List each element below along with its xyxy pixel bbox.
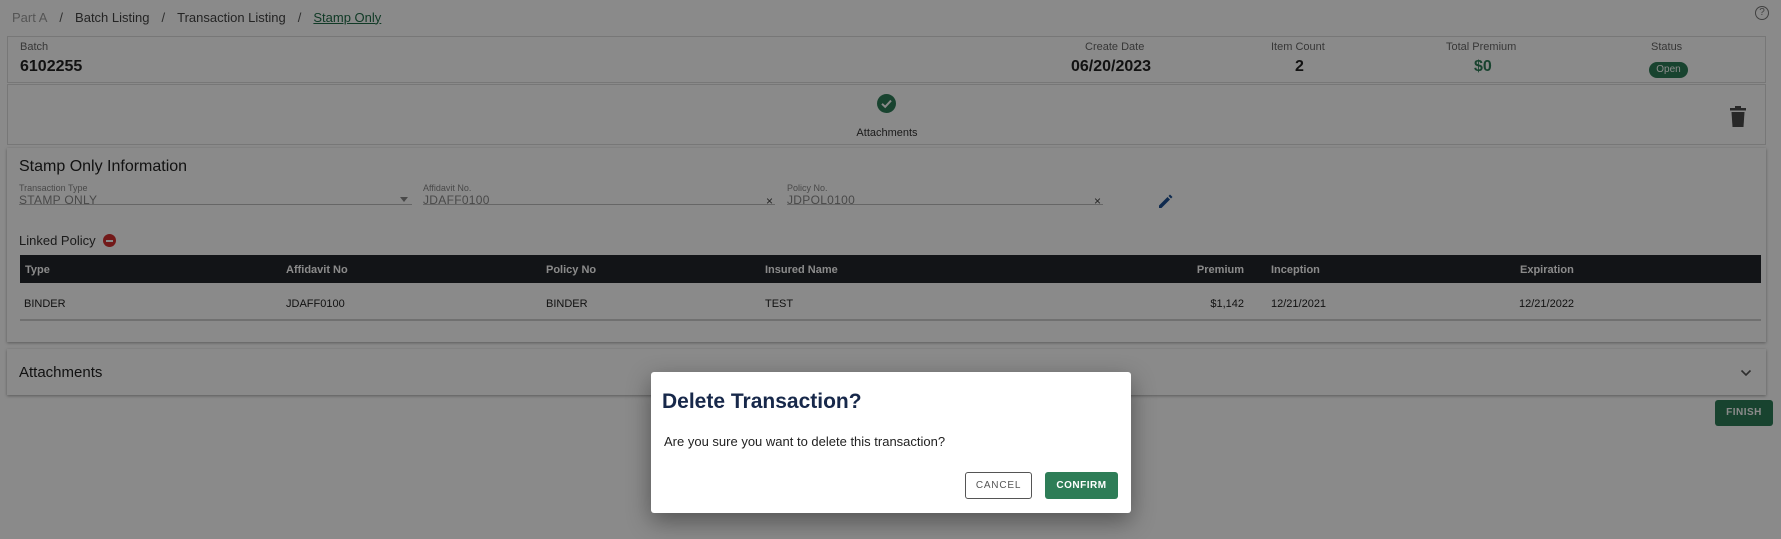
page: Part A / Batch Listing / Transaction Lis…	[0, 0, 1781, 539]
dialog-message: Are you sure you want to delete this tra…	[664, 434, 946, 449]
delete-transaction-dialog: Delete Transaction? Are you sure you wan…	[651, 372, 1131, 513]
confirm-button[interactable]: CONFIRM	[1045, 472, 1118, 499]
cancel-button[interactable]: CANCEL	[965, 472, 1032, 499]
dialog-title: Delete Transaction?	[662, 390, 862, 413]
